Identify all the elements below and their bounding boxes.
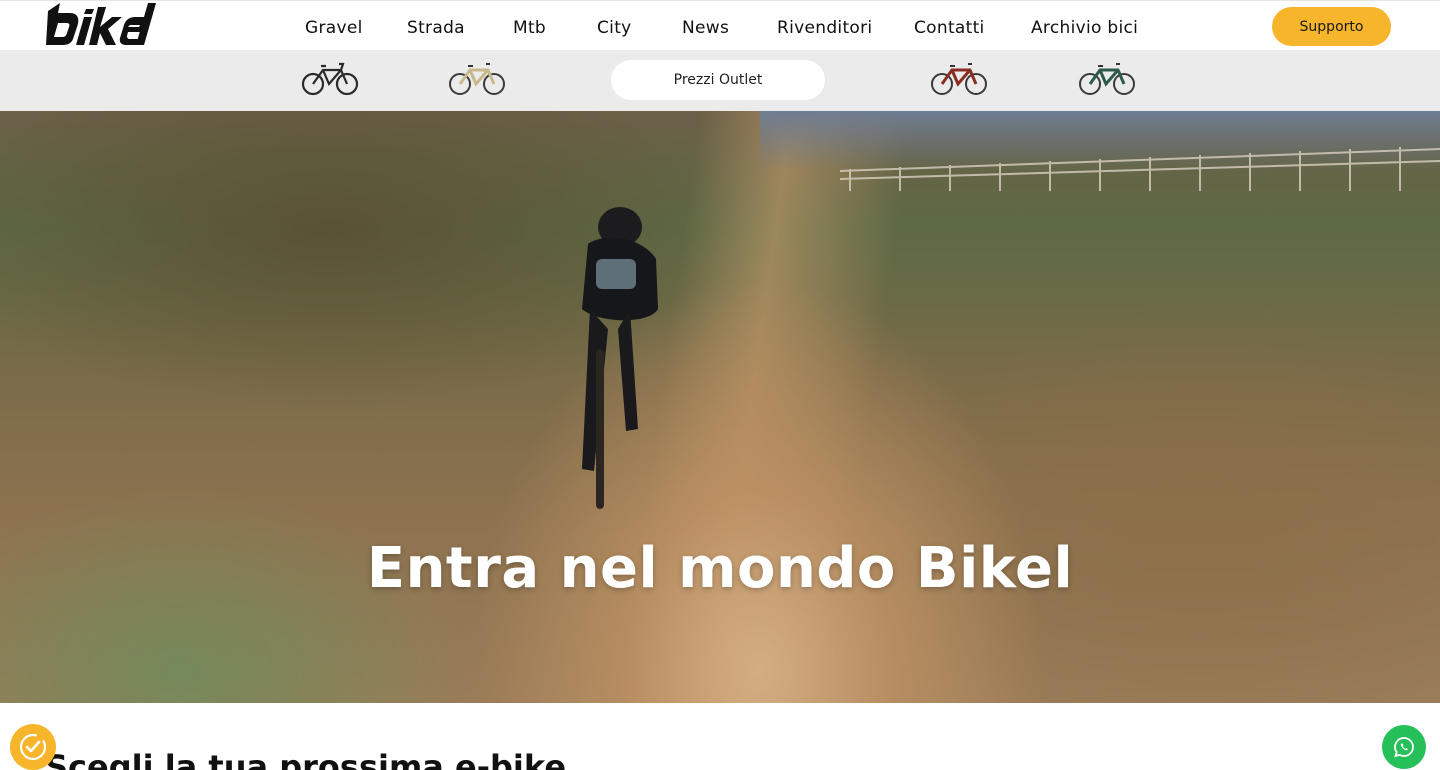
- whatsapp-button[interactable]: [1382, 725, 1426, 769]
- nav-item-mtb[interactable]: Mtb: [513, 18, 546, 38]
- nav-item-news[interactable]: News: [682, 18, 729, 38]
- bikel-logo[interactable]: [44, 3, 158, 47]
- nav-item-city[interactable]: City: [597, 18, 632, 38]
- cyclist-figure: [582, 207, 658, 509]
- cookie-consent-button[interactable]: [10, 724, 56, 770]
- nav-item-strada[interactable]: Strada: [407, 18, 465, 38]
- outlet-prices-button[interactable]: Prezzi Outlet: [611, 60, 825, 100]
- bike-beige-icon[interactable]: [446, 58, 508, 98]
- nav-item-archivio-bici[interactable]: Archivio bici: [1031, 18, 1138, 38]
- vineyard-fence: [840, 147, 1440, 191]
- bike-red-icon[interactable]: [928, 58, 990, 98]
- whatsapp-icon: [1394, 737, 1414, 758]
- category-bar: Prezzi Outlet: [0, 50, 1440, 111]
- nav-item-contatti[interactable]: Contatti: [914, 18, 985, 38]
- hero-title: Entra nel mondo Bikel: [366, 536, 1074, 601]
- section-title: Scegli la tua prossima e-bike: [45, 748, 567, 770]
- site-header: Gravel Strada Mtb City News Rivenditori …: [0, 0, 1440, 50]
- cookie-check-icon: [19, 733, 47, 761]
- bike-green-icon[interactable]: [1076, 58, 1138, 98]
- bike-black-icon[interactable]: [299, 58, 361, 98]
- support-button[interactable]: Supporto: [1272, 7, 1391, 46]
- hero-banner: Entra nel mondo Bikel: [0, 111, 1440, 703]
- nav-item-gravel[interactable]: Gravel: [305, 18, 363, 38]
- nav-item-rivenditori[interactable]: Rivenditori: [777, 18, 872, 38]
